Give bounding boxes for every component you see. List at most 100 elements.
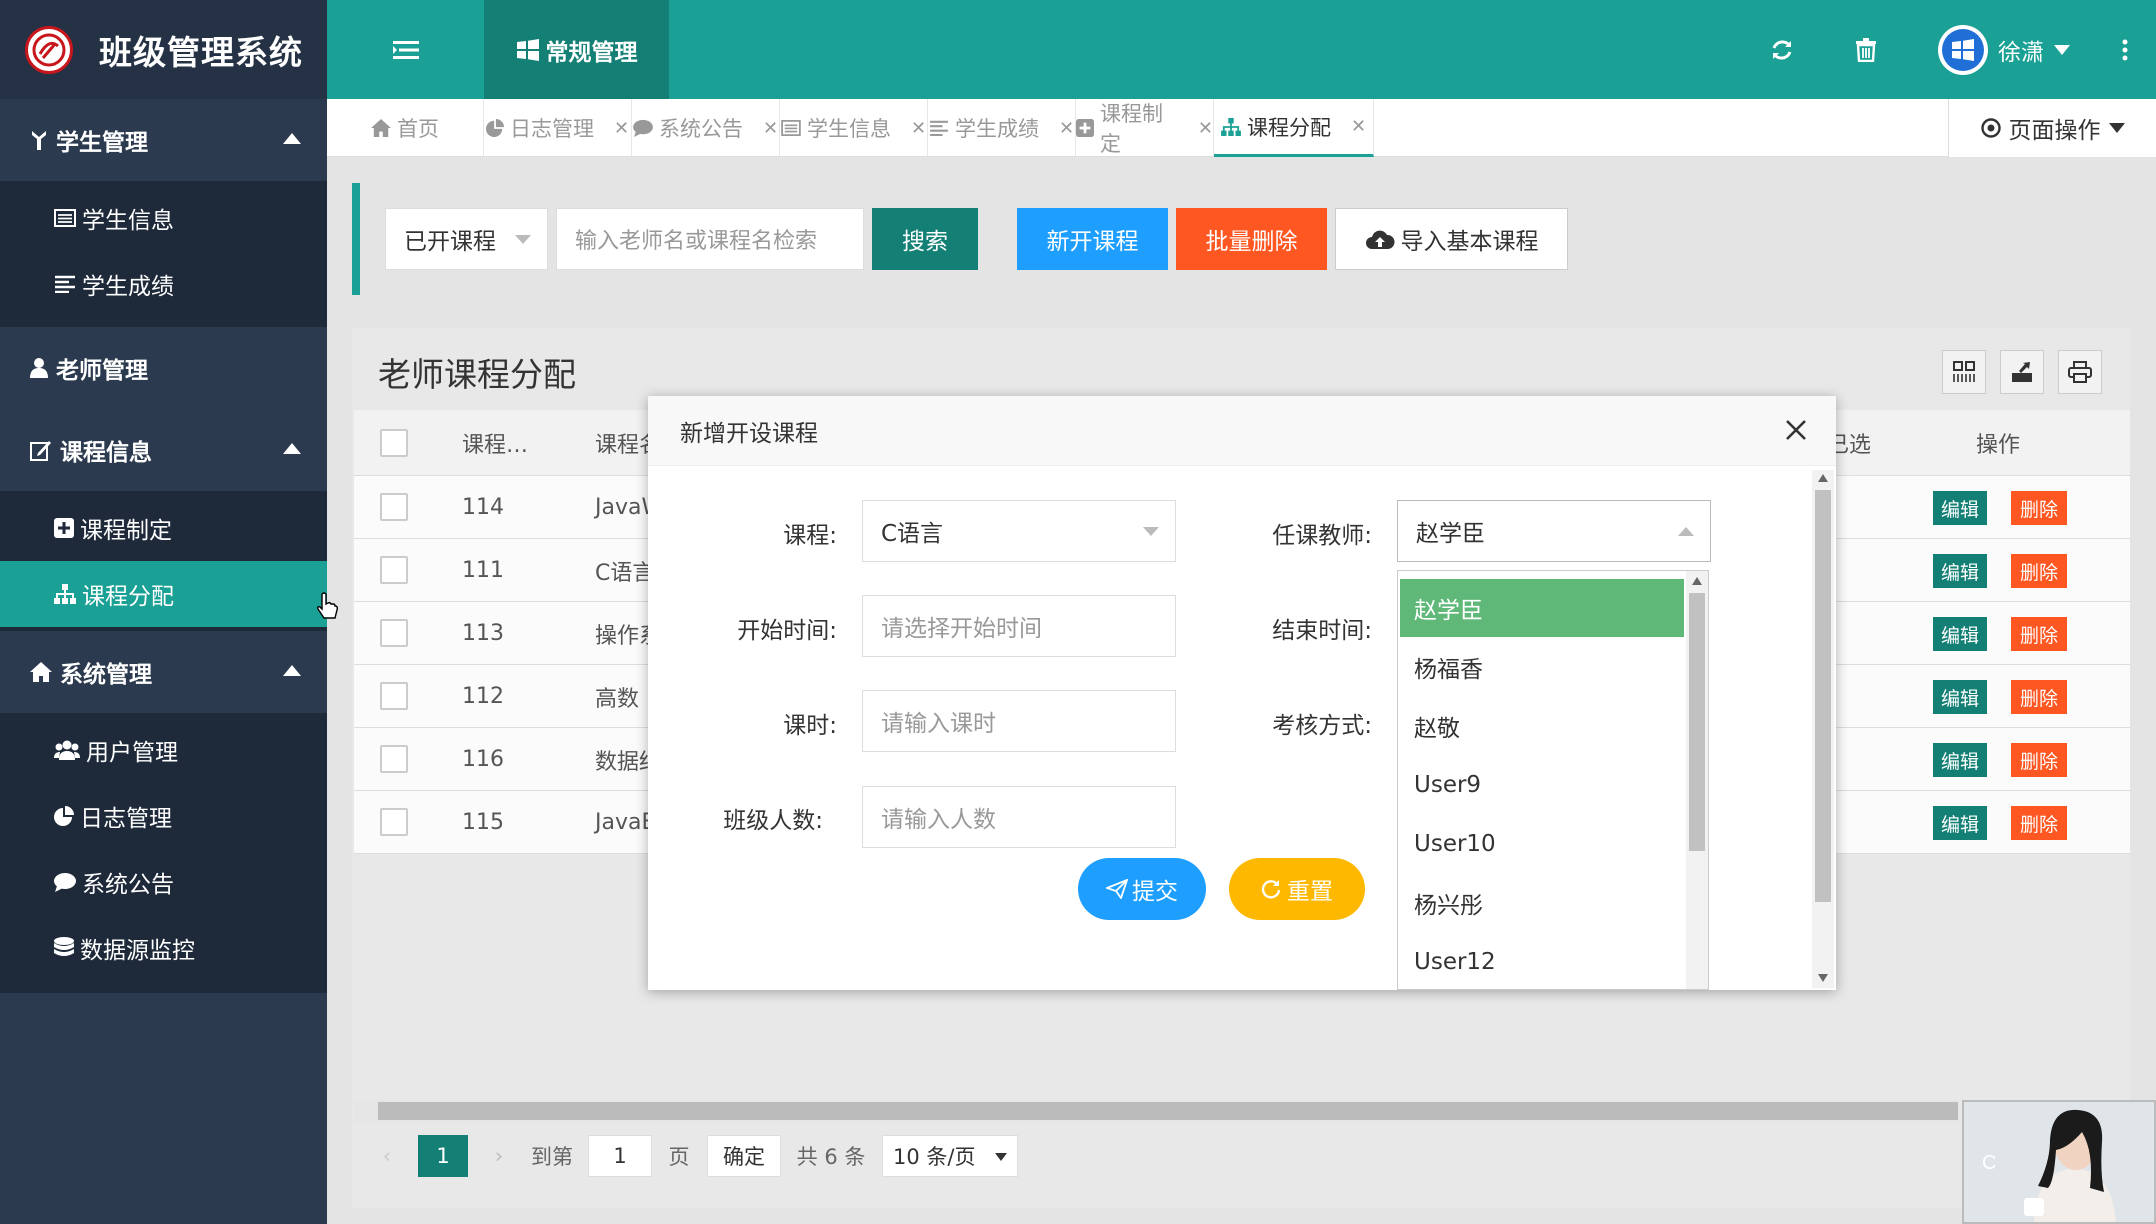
prev-page-icon[interactable]: ‹ bbox=[374, 1135, 400, 1177]
top-nav-regular-management[interactable]: 常规管理 bbox=[484, 0, 669, 99]
delete-button[interactable]: 删除 bbox=[2011, 491, 2067, 525]
goto-page-input[interactable]: 1 bbox=[588, 1135, 652, 1177]
next-page-icon[interactable]: › bbox=[486, 1135, 512, 1177]
sidebar-item-label: 学生成绩 bbox=[82, 274, 174, 300]
sidebar-item-course-plan[interactable]: 课程制定 bbox=[0, 495, 327, 561]
row-checkbox[interactable] bbox=[380, 556, 408, 584]
tab-label: 学生成绩 bbox=[954, 117, 1039, 141]
scrollbar-thumb[interactable] bbox=[378, 1102, 1958, 1120]
edit-button[interactable]: 编辑 bbox=[1933, 617, 1987, 651]
tab-close-icon[interactable]: ✕ bbox=[911, 118, 926, 139]
edit-button[interactable]: 编辑 bbox=[1933, 806, 1987, 840]
start-time-input[interactable]: 请选择开始时间 bbox=[862, 595, 1176, 657]
course-select[interactable]: C语言 bbox=[862, 500, 1176, 562]
tab-close-icon[interactable]: ✕ bbox=[1198, 118, 1213, 139]
row-checkbox[interactable] bbox=[380, 682, 408, 710]
tab-close-icon[interactable]: ✕ bbox=[614, 118, 629, 139]
tab-student-info[interactable]: 学生信息 ✕ bbox=[780, 99, 928, 157]
close-icon[interactable] bbox=[1784, 418, 1810, 444]
page-current[interactable]: 1 bbox=[418, 1135, 468, 1177]
row-checkbox[interactable] bbox=[380, 745, 408, 773]
row-checkbox[interactable] bbox=[380, 619, 408, 647]
align-left-icon bbox=[54, 275, 76, 293]
sidebar-item-course-assign[interactable]: 课程分配 bbox=[0, 561, 327, 627]
dropdown-option[interactable]: 杨兴彤 bbox=[1400, 874, 1684, 932]
export-icon bbox=[2012, 362, 2032, 382]
new-course-button[interactable]: 新开课程 bbox=[1017, 208, 1168, 270]
edit-button[interactable]: 编辑 bbox=[1933, 554, 1987, 588]
trash-icon[interactable] bbox=[1846, 30, 1886, 70]
tab-label: 首页 bbox=[397, 117, 439, 141]
dropdown-option[interactable]: 赵学臣 bbox=[1400, 579, 1684, 637]
sidebar-item-system-notice[interactable]: 系统公告 bbox=[0, 849, 327, 915]
hours-input[interactable]: 请输入课时 bbox=[862, 690, 1176, 752]
user-menu[interactable]: 徐潇 bbox=[1938, 23, 2070, 77]
floating-photo-widget[interactable]: C bbox=[1962, 1100, 2156, 1224]
tab-notice[interactable]: 系统公告 ✕ bbox=[632, 99, 780, 157]
batch-delete-button[interactable]: 批量删除 bbox=[1176, 208, 1327, 270]
per-page-value: 10 条/页 bbox=[893, 1145, 976, 1169]
menu-toggle-button[interactable] bbox=[327, 0, 484, 99]
sidebar-group-teacher[interactable]: 老师管理 bbox=[0, 327, 327, 409]
sidebar-group-system[interactable]: 系统管理 bbox=[0, 631, 327, 713]
delete-button[interactable]: 删除 bbox=[2011, 554, 2067, 588]
sidebar-item-user-management[interactable]: 用户管理 bbox=[0, 717, 327, 783]
tab-log[interactable]: 日志管理 ✕ bbox=[484, 99, 632, 157]
sidebar-group-student[interactable]: 学生管理 bbox=[0, 99, 327, 181]
reset-button[interactable]: 重置 bbox=[1229, 858, 1365, 920]
tab-student-score[interactable]: 学生成绩 ✕ bbox=[928, 99, 1076, 157]
dropdown-option[interactable]: User10 bbox=[1400, 815, 1684, 873]
home-icon bbox=[30, 662, 52, 682]
dropdown-option[interactable]: 赵敬 bbox=[1400, 697, 1684, 755]
edit-button[interactable]: 编辑 bbox=[1933, 743, 1987, 777]
tab-home[interactable]: 首页 bbox=[327, 99, 484, 157]
teacher-select[interactable]: 赵学臣 bbox=[1397, 500, 1711, 562]
sidebar-item-datasource-monitor[interactable]: 数据源监控 bbox=[0, 915, 327, 981]
delete-button[interactable]: 删除 bbox=[2011, 680, 2067, 714]
select-all-checkbox[interactable] bbox=[380, 429, 408, 457]
tab-course-assign[interactable]: 课程分配 ✕ bbox=[1214, 99, 1374, 157]
sidebar-group-course[interactable]: 课程信息 bbox=[0, 409, 327, 491]
sidebar-item-student-info[interactable]: 学生信息 bbox=[0, 185, 327, 251]
course-filter-select[interactable]: 已开课程 bbox=[385, 208, 548, 270]
import-course-button[interactable]: 导入基本课程 bbox=[1335, 208, 1568, 270]
sidebar-item-log-management[interactable]: 日志管理 bbox=[0, 783, 327, 849]
horizontal-scrollbar[interactable] bbox=[354, 1100, 1958, 1122]
tab-course-plan[interactable]: 课程制定 ✕ bbox=[1076, 99, 1214, 157]
page-operations-menu[interactable]: 页面操作 bbox=[1948, 99, 2156, 157]
columns-filter-button[interactable] bbox=[1942, 350, 1986, 394]
refresh-icon[interactable] bbox=[1762, 30, 1802, 70]
search-button[interactable]: 搜索 bbox=[872, 208, 978, 270]
row-checkbox[interactable] bbox=[380, 808, 408, 836]
export-button[interactable] bbox=[2000, 350, 2044, 394]
scrollbar-thumb[interactable] bbox=[1689, 593, 1705, 851]
sidebar-item-label: 课程制定 bbox=[80, 518, 172, 544]
avatar bbox=[1938, 25, 1988, 75]
delete-button[interactable]: 删除 bbox=[2011, 617, 2067, 651]
delete-button[interactable]: 删除 bbox=[2011, 743, 2067, 777]
th-course-id[interactable]: 课程… bbox=[462, 410, 528, 476]
per-page-select[interactable]: 10 条/页 bbox=[882, 1135, 1018, 1177]
modal-scrollbar[interactable] bbox=[1812, 470, 1834, 988]
tab-close-icon[interactable]: ✕ bbox=[1351, 116, 1366, 137]
dropdown-option[interactable]: User12 bbox=[1400, 933, 1684, 989]
tab-close-icon[interactable]: ✕ bbox=[1059, 118, 1074, 139]
edit-button[interactable]: 编辑 bbox=[1933, 491, 1987, 525]
goto-confirm-button[interactable]: 确定 bbox=[707, 1135, 781, 1177]
dropdown-option[interactable]: 杨福香 bbox=[1400, 638, 1684, 696]
search-input[interactable]: 输入老师名或课程名检索 bbox=[556, 208, 864, 270]
scrollbar-thumb[interactable] bbox=[1815, 490, 1831, 902]
dropdown-scrollbar[interactable] bbox=[1686, 571, 1708, 989]
edit-button[interactable]: 编辑 bbox=[1933, 680, 1987, 714]
row-checkbox[interactable] bbox=[380, 493, 408, 521]
sidebar-item-student-score[interactable]: 学生成绩 bbox=[0, 251, 327, 317]
more-vertical-icon[interactable] bbox=[2110, 30, 2140, 70]
teacher-label: 任课教师: bbox=[1272, 523, 1372, 549]
submit-button[interactable]: 提交 bbox=[1078, 858, 1206, 920]
print-button[interactable] bbox=[2058, 350, 2102, 394]
tab-close-icon[interactable]: ✕ bbox=[763, 118, 778, 139]
class-size-input[interactable]: 请输入人数 bbox=[862, 786, 1176, 848]
dropdown-option[interactable]: User9 bbox=[1400, 756, 1684, 814]
teacher-dropdown: 赵学臣 杨福香 赵敬 User9 User10 杨兴彤 User12 bbox=[1397, 570, 1709, 990]
delete-button[interactable]: 删除 bbox=[2011, 806, 2067, 840]
